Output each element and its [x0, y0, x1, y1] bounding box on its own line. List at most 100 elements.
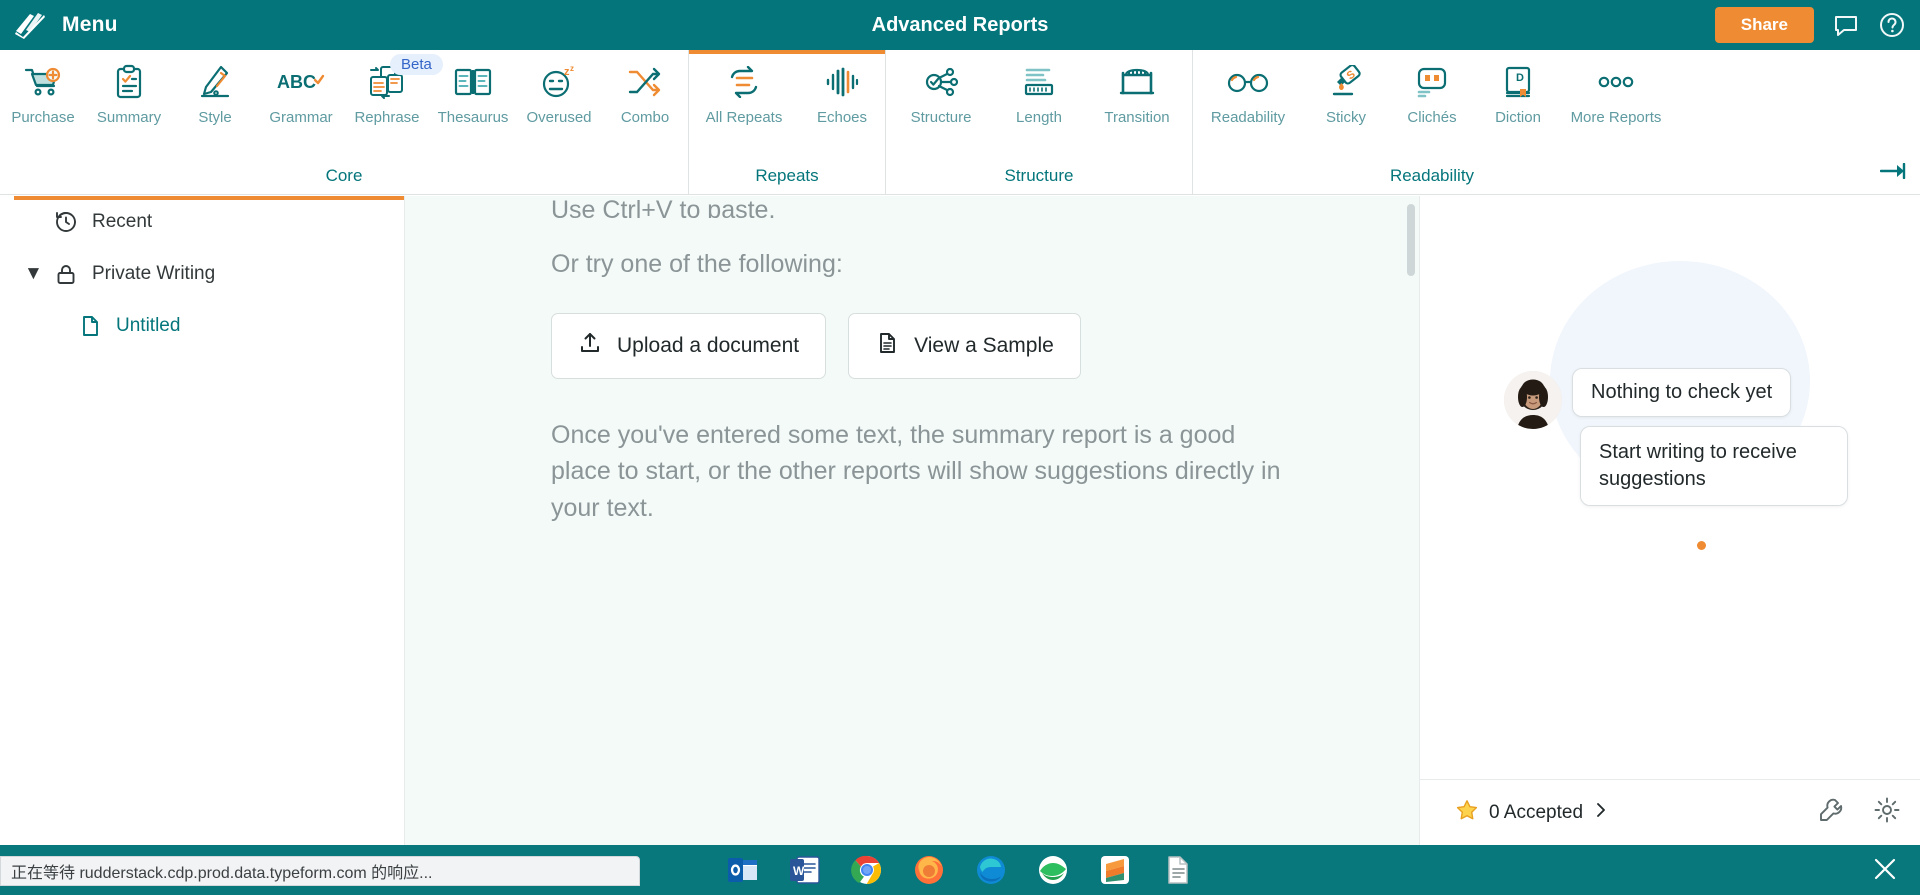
assistant-area: Nothing to check yet Start writing to re…	[1420, 196, 1920, 779]
sidebar-item-label: Untitled	[116, 315, 180, 337]
ribbon-item-sticky[interactable]: S Sticky	[1303, 50, 1389, 126]
suggestions-panel: Nothing to check yet Start writing to re…	[1420, 196, 1920, 845]
ribbon-item-readability[interactable]: Readability	[1193, 50, 1303, 126]
share-button[interactable]: Share	[1715, 7, 1814, 43]
sound-wave-icon	[825, 62, 859, 102]
wrench-icon[interactable]	[1818, 797, 1844, 828]
ribbon-item-label: Thesaurus	[438, 109, 509, 126]
sidebar-item-private-writing[interactable]: ▼ Private Writing	[0, 248, 404, 300]
edge-icon[interactable]	[974, 853, 1008, 887]
menu-label: Menu	[62, 13, 118, 37]
ribbon-item-transition[interactable]: Transition	[1082, 50, 1192, 126]
abc-check-icon: ABC	[277, 62, 325, 102]
ribbon-group-core: Purchase Summary	[0, 50, 688, 194]
button-label: View a Sample	[914, 334, 1054, 358]
chevron-down-icon[interactable]: ▼	[24, 263, 40, 285]
ribbon-item-cliches[interactable]: Clichés	[1389, 50, 1475, 126]
ribbon-item-label: Summary	[97, 109, 161, 126]
chrome-icon[interactable]	[850, 853, 884, 887]
status-text: 正在等待 rudderstack.cdp.prod.data.typeform.…	[11, 859, 432, 883]
sidebar-item-recent[interactable]: Recent	[0, 196, 404, 248]
ribbon-group-title: Core	[0, 166, 688, 194]
ribbon-item-label: Clichés	[1407, 109, 1456, 126]
sleepy-face-icon: z z	[539, 62, 579, 102]
pin-ribbon-button[interactable]	[1880, 50, 1920, 194]
firefox-icon[interactable]	[912, 853, 946, 887]
ruler-lines-icon	[1021, 62, 1057, 102]
view-a-sample-button[interactable]: View a Sample	[848, 313, 1081, 379]
accepted-count-label: 0 Accepted	[1489, 802, 1583, 824]
ribbon-item-length[interactable]: Length	[996, 50, 1082, 126]
chat-bubble-icon[interactable]	[1832, 11, 1860, 39]
ribbon-item-summary[interactable]: Summary	[86, 50, 172, 126]
ellipsis-icon	[1596, 62, 1636, 102]
carousel-dot-indicator[interactable]	[1697, 541, 1706, 550]
browser-status-bar: 正在等待 rudderstack.cdp.prod.data.typeform.…	[0, 856, 640, 886]
sublime-icon[interactable]	[1098, 853, 1132, 887]
outlook-icon[interactable]	[726, 853, 760, 887]
ribbon-item-label: Echoes	[817, 109, 867, 126]
reports-ribbon: Purchase Summary	[0, 50, 1920, 195]
word-icon[interactable]: W	[788, 853, 822, 887]
repeat-arrows-icon	[726, 62, 762, 102]
button-label: Upload a document	[617, 334, 799, 358]
brand-menu[interactable]: Menu	[0, 10, 118, 40]
glue-bottle-icon: S	[1328, 62, 1364, 102]
text-file-icon[interactable]	[1160, 853, 1194, 887]
ribbon-item-echoes[interactable]: Echoes	[799, 50, 885, 126]
ribbon-item-label: Structure	[911, 109, 972, 126]
ribbon-item-grammar[interactable]: ABC Grammar	[258, 50, 344, 126]
bridge-icon	[1119, 62, 1155, 102]
quote-bubble-icon	[1415, 62, 1449, 102]
ribbon-item-purchase[interactable]: Purchase	[0, 50, 86, 126]
ribbon-item-all-repeats[interactable]: All Repeats	[689, 50, 799, 126]
history-clock-icon	[54, 210, 78, 234]
pin-ribbon-icon	[1880, 163, 1906, 184]
lock-icon	[54, 262, 78, 286]
page-title: Advanced Reports	[0, 14, 1920, 37]
sidebar-item-label: Private Writing	[92, 263, 215, 285]
accepted-count-button[interactable]: 0 Accepted	[1455, 798, 1609, 828]
ribbon-group-title: Repeats	[689, 166, 885, 194]
editor-action-buttons: Upload a document View a Sample	[551, 313, 1419, 379]
editor-help-text: Once you've entered some text, the summa…	[551, 417, 1281, 526]
ribbon-item-more-reports[interactable]: More Reports	[1561, 50, 1671, 126]
ribbon-item-overused[interactable]: z z Overused	[516, 50, 602, 126]
assistant-bubble-secondary: Start writing to receive suggestions	[1580, 426, 1848, 506]
ribbon-item-combo[interactable]: Combo	[602, 50, 688, 126]
ribbon-item-thesaurus[interactable]: Thesaurus	[430, 50, 516, 126]
gear-icon[interactable]	[1874, 797, 1900, 828]
ribbon-item-label: Readability	[1211, 109, 1285, 126]
eyeglasses-icon	[1226, 62, 1270, 102]
clipboard-check-icon	[111, 62, 147, 102]
title-bar-actions: Share	[1715, 0, 1906, 50]
ribbon-item-structure[interactable]: Structure	[886, 50, 996, 126]
ribbon-group-title: Readability	[1193, 166, 1671, 194]
sidebar-item-label: Recent	[92, 211, 152, 233]
ribbon-group-structure: Structure Length	[885, 50, 1192, 194]
ribbon-item-style[interactable]: Style	[172, 50, 258, 126]
svg-text:ABC: ABC	[277, 72, 316, 92]
svg-text:S: S	[1345, 68, 1358, 82]
shuffle-arrows-icon	[626, 62, 664, 102]
sidebar-item-untitled[interactable]: Untitled	[0, 300, 404, 352]
ribbon-item-label: Style	[198, 109, 231, 126]
upload-a-document-button[interactable]: Upload a document	[551, 313, 826, 379]
prowritingaid-logo-icon	[14, 10, 48, 40]
ribbon-item-rephrase[interactable]: Beta Rephrase	[344, 50, 430, 126]
ribbon-group-readability: Readability S Sticky	[1192, 50, 1671, 194]
editor-area[interactable]: Use Ctrl+V to paste. Or try one of the f…	[405, 196, 1420, 845]
node-graph-check-icon	[923, 62, 959, 102]
ribbon-item-diction[interactable]: D Diction	[1475, 50, 1561, 126]
ribbon-group-title: Structure	[886, 166, 1192, 194]
assistant-avatar	[1504, 371, 1562, 429]
close-icon[interactable]	[1872, 856, 1898, 887]
ribbon-item-label: Combo	[621, 109, 669, 126]
dictionary-book-icon: D	[1502, 62, 1534, 102]
ribbon-item-label: Sticky	[1326, 109, 1366, 126]
help-circle-icon[interactable]	[1878, 11, 1906, 39]
suggestions-panel-footer: 0 Accepted	[1420, 779, 1920, 845]
evernote-icon[interactable]	[1036, 853, 1070, 887]
ribbon-group-repeats: All Repeats Echoes	[688, 50, 885, 194]
paste-hint-clipped: Use Ctrl+V to paste.	[551, 196, 1419, 218]
